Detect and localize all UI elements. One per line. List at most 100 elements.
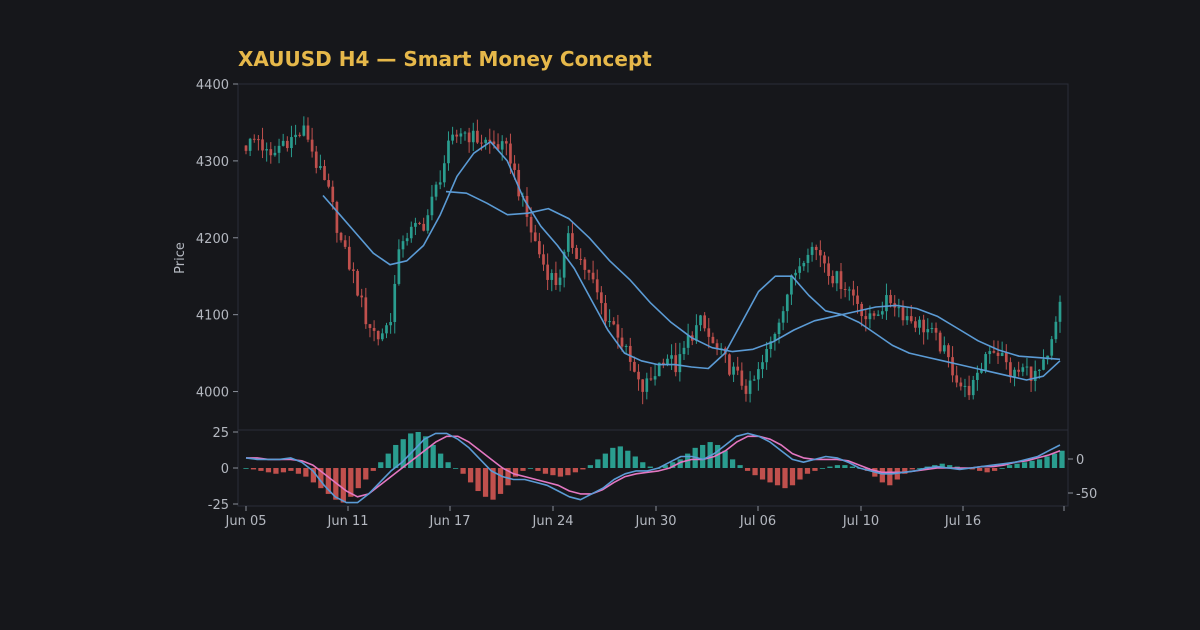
candle-body [1042,359,1045,370]
candle-body [988,351,992,355]
candle-body [554,273,558,286]
candle-body [319,166,322,168]
candle-body [686,335,690,348]
candle-body [376,330,380,340]
macd-histogram-bar [804,468,811,474]
candle-body [616,324,620,338]
x-tick-label: Jul 06 [739,514,776,529]
candle-body [785,294,789,312]
candle-body [835,271,839,284]
candle-body [856,295,859,304]
candle-body [736,366,740,371]
candle-body [666,358,669,365]
axes [237,83,1069,507]
candle-body [649,378,653,380]
candle-body [591,272,595,280]
candle-body [451,134,454,141]
candle-body [1000,352,1004,356]
candle-body [1017,369,1021,372]
macd-histogram-bar [722,450,728,468]
candle-body [905,316,909,321]
candle-body [397,249,401,284]
candle-body [1025,366,1029,368]
candle-body [641,379,645,392]
macd-histogram-bar [393,444,399,468]
candle-body [414,222,417,227]
macd-histogram-bar [1059,450,1065,468]
candle-body [405,238,409,242]
candle-body [711,336,715,344]
price-chart-svg: XAUUSD H4 — Smart Money Concept Price 40… [173,47,1097,529]
macd-histogram-bar [535,468,541,471]
candle-body [314,151,318,168]
candle-body [748,380,752,394]
candle-body [781,311,785,323]
macd-histogram-bar [557,468,564,477]
macd-histogram-bar [977,468,983,471]
tick-labels: 4000 4100 4200 4300 4400 25 0 -25 0 -50 Jun 05 Jun … [196,78,1097,529]
candle-body [959,382,963,387]
macd-histogram-bar [812,468,818,471]
candle-body [323,166,326,181]
macd-histogram-bar [737,465,743,468]
candle-body [467,132,471,143]
candle-body [455,134,459,137]
macd-histogram-bar [445,462,451,468]
candle-body [504,141,508,144]
candle-body [277,145,281,153]
macd-histogram-bar [879,468,885,483]
candle-body [645,378,649,392]
candle-body [876,314,880,316]
candle-body [765,349,768,363]
candle-body [298,134,302,136]
macd-histogram-bar [984,468,990,473]
candle-body [951,357,954,376]
candle-body [426,215,430,231]
candle-body [872,313,876,316]
macd-histogram-bar [610,447,616,468]
candle-body [347,246,351,270]
candle-body [909,316,913,322]
candle-body [385,325,388,334]
candle-body [364,297,368,325]
candle-body [401,241,405,250]
candle-body [670,355,673,359]
candle-body [1033,370,1037,382]
x-tick-label: Jun 17 [429,514,471,529]
macd-histogram-bar [1044,456,1050,468]
candle-body [538,241,541,255]
y-tick-label: 4100 [196,309,229,324]
candle-body [682,347,686,355]
macd-histogram-bar [430,444,436,468]
macd-histogram-bar [520,468,526,471]
macd-histogram-bar [340,468,346,503]
candlestick-series [244,116,1062,405]
macd-histogram-bar [423,436,429,468]
candle-body [418,222,421,224]
macd-histogram-bar [550,468,556,476]
macd-histogram-bar [295,468,302,474]
candle-body [947,345,950,358]
macd-histogram-bar [265,468,272,473]
candle-body [583,259,587,270]
candle-body [372,327,376,331]
macd-histogram-bar [632,456,638,468]
y-tick-label: 4300 [196,155,229,170]
candle-body [777,322,781,334]
x-tick-label: Jul 10 [842,514,879,529]
candle-body [934,327,938,333]
macd-histogram-bar [1029,460,1035,468]
candle-body [248,138,252,151]
candle-body [587,269,591,273]
candle-body [480,142,483,144]
macd-histogram-bar [782,468,788,489]
candle-body [509,143,512,164]
chart-title: XAUUSD H4 — Smart Money Concept [238,47,652,71]
candle-body [637,371,640,380]
candle-body [294,134,297,138]
macd-histogram-bar [842,465,848,468]
candle-body [558,277,562,286]
y-axis-label: Price [173,242,188,274]
candle-body [868,313,872,320]
candle-body [757,369,760,380]
